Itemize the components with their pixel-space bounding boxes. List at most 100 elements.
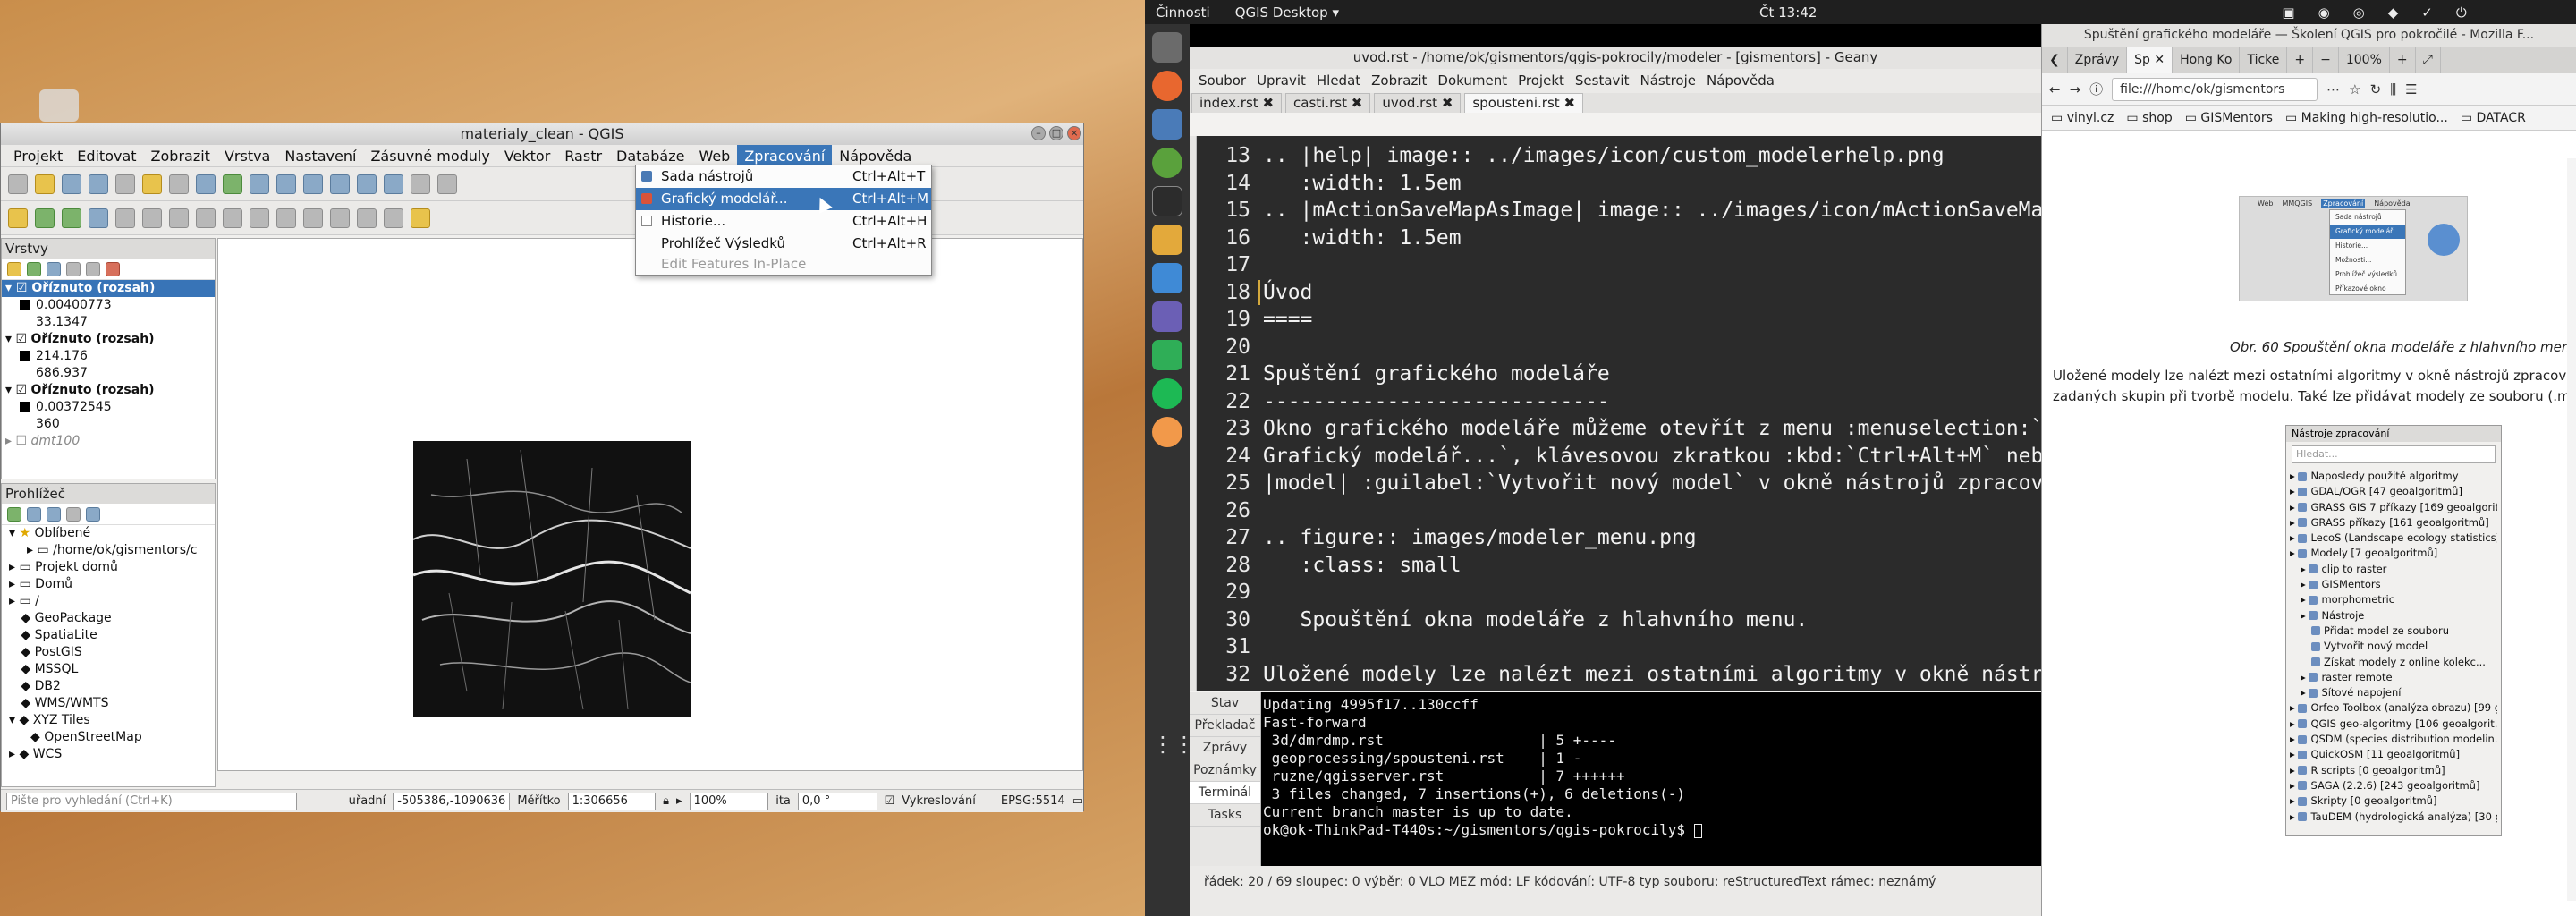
bookmark-making[interactable]: ▭ Making high-resolutio...	[2285, 111, 2448, 125]
terminal-output[interactable]: Updating 4995f17..130ccff Fast-forward 3d…	[1261, 692, 2041, 866]
msg-tab-tasks[interactable]: Tasks	[1190, 804, 1260, 827]
terminal-icon[interactable]	[1152, 186, 1182, 216]
zoom-selection-icon[interactable]	[330, 174, 350, 194]
bookmark-star-icon[interactable]: ☆	[2349, 81, 2360, 98]
bookmark-gismentors[interactable]: ▭ GISMentors	[2185, 111, 2273, 125]
open-styling-icon[interactable]	[7, 261, 21, 276]
close-tab-icon[interactable]: ✖	[1442, 95, 1453, 111]
bookmark-datacr[interactable]: ▭ DATACR	[2461, 111, 2526, 125]
menu-item-toolbox[interactable]: Sada nástrojů Ctrl+Alt+T	[636, 165, 931, 188]
browser-item[interactable]: ◆ GeoPackage	[2, 610, 215, 627]
menu-zobrazit[interactable]: Zobrazit	[144, 145, 217, 167]
layer-item[interactable]: ▾ ☑ Oříznuto (rozsah)	[2, 280, 215, 297]
locator-search-input[interactable]: Pište pro vyhledání (Ctrl+K)	[6, 792, 297, 810]
menu-nastroje[interactable]: Nástroje	[1634, 69, 1701, 93]
zoom-layer-icon[interactable]	[357, 174, 377, 194]
tab-index[interactable]: index.rst ✖	[1191, 93, 1283, 113]
browser-item[interactable]: ▸ ▭ Domů	[2, 576, 215, 593]
layer-item-hidden[interactable]: ▸ ☐ dmt100	[2, 433, 215, 450]
edit-pencil-icon[interactable]	[8, 208, 28, 228]
tray-dropbox-icon[interactable]: ◆	[2388, 4, 2399, 21]
menu-icon[interactable]: ☰	[2405, 81, 2417, 98]
refresh-icon[interactable]	[27, 506, 41, 522]
browser-item[interactable]: ▸ ▭ /	[2, 593, 215, 610]
activities-button[interactable]: Činnosti	[1156, 4, 1210, 21]
page-scrollbar[interactable]	[2567, 158, 2576, 901]
tray-app-icon[interactable]: ▣	[2282, 4, 2294, 21]
move-feature-icon[interactable]	[196, 208, 216, 228]
browser-item[interactable]: ◆ MSSQL	[2, 661, 215, 678]
msg-tab-terminal[interactable]: Terminál	[1190, 782, 1260, 804]
rotation-field[interactable]: 0,0 °	[797, 792, 877, 810]
menu-dokument[interactable]: Dokument	[1432, 69, 1513, 93]
browser-item[interactable]: ▸ ◆ WCS	[2, 746, 215, 763]
expand-all-icon[interactable]	[66, 261, 80, 276]
menu-napoveda[interactable]: Nápověda	[1701, 69, 1780, 93]
digitize-icon[interactable]	[115, 208, 135, 228]
back-icon[interactable]: ←	[2049, 81, 2061, 98]
tab-hong-kong[interactable]: Hong Ko	[2173, 47, 2241, 73]
label-icon[interactable]	[411, 208, 430, 228]
msg-tab-zpravy[interactable]: Zprávy	[1190, 737, 1260, 759]
msg-tab-poznamky[interactable]: Poznámky	[1190, 759, 1260, 782]
menu-projekt[interactable]: Projekt	[6, 145, 70, 167]
zoom-native-icon[interactable]	[384, 174, 403, 194]
browser-item[interactable]: ◆ PostGIS	[2, 644, 215, 661]
new-project-icon[interactable]	[8, 174, 28, 194]
bookmark-shop[interactable]: ▭ shop	[2126, 111, 2172, 125]
layer-item[interactable]: ▾ ☑ Oříznuto (rozsah)	[2, 382, 215, 399]
tray-check-icon[interactable]: ✓	[2421, 4, 2433, 21]
zoom-in-icon[interactable]	[250, 174, 269, 194]
pan-icon[interactable]	[196, 174, 216, 194]
code-editor[interactable]: 13 .. |help| image:: ../images/icon/custo…	[1197, 136, 2041, 691]
reload-icon[interactable]: ↻	[2370, 81, 2382, 98]
new-tab-icon[interactable]: +	[2287, 47, 2314, 73]
menu-web[interactable]: Web	[691, 145, 737, 167]
menu-zpracovani[interactable]: Zpracování	[737, 144, 833, 167]
redo-icon[interactable]	[384, 208, 403, 228]
save-project-icon[interactable]	[62, 174, 81, 194]
menu-item-results-viewer[interactable]: Prohlížeč Výsledků Ctrl+Alt+R	[636, 233, 931, 255]
menu-item-graphical-modeler[interactable]: Grafický modelář... Ctrl+Alt+M	[636, 188, 931, 210]
browser-item[interactable]: ◆ OpenStreetMap	[2, 729, 215, 746]
coordinate-field[interactable]: -505386,-1090636	[393, 792, 511, 810]
tab-casti[interactable]: casti.rst ✖	[1285, 93, 1371, 113]
page-actions-icon[interactable]: ⋯	[2326, 81, 2340, 98]
tab-zpravy[interactable]: Zprávy	[2068, 47, 2128, 73]
tray-chat-icon[interactable]: ◉	[2318, 4, 2330, 21]
scale-field[interactable]: 1:306656	[567, 792, 657, 810]
tab-uvod[interactable]: uvod.rst ✖	[1374, 93, 1462, 113]
fullscreen-icon[interactable]: ⤢	[2416, 47, 2441, 73]
close-tab-icon[interactable]: ✖	[1352, 95, 1363, 111]
menu-item-history[interactable]: Historie... Ctrl+Alt+H	[636, 210, 931, 233]
node-tool-icon[interactable]	[223, 208, 242, 228]
info-icon[interactable]: ⓘ	[2089, 80, 2103, 98]
messages-icon[interactable]: ▭	[1072, 794, 1083, 808]
undo-icon[interactable]	[357, 208, 377, 228]
image-viewer-icon[interactable]	[1152, 109, 1182, 140]
trash-icon[interactable]	[39, 89, 79, 122]
menu-zasuvne-moduly[interactable]: Zásuvné moduly	[363, 145, 496, 167]
library-icon[interactable]: ⫼	[2390, 81, 2396, 98]
collapse-all-icon[interactable]	[66, 506, 80, 522]
add-selected-icon[interactable]	[7, 506, 21, 522]
add-vector-icon[interactable]	[62, 208, 81, 228]
zoom-full-icon[interactable]	[303, 174, 323, 194]
geany-icon[interactable]	[1152, 225, 1182, 255]
thunderbird-icon[interactable]	[1152, 263, 1182, 293]
qgis-icon[interactable]	[1152, 148, 1182, 178]
files-icon[interactable]	[1152, 32, 1182, 63]
remove-layer-icon[interactable]	[106, 261, 120, 276]
zoom-next-icon[interactable]	[437, 174, 457, 194]
firefox-icon[interactable]	[1152, 71, 1182, 101]
tab-spusteni[interactable]: Sp ✕	[2127, 47, 2174, 73]
maximize-icon[interactable]: □	[1049, 126, 1063, 140]
lock-icon[interactable]: 🔒︎	[663, 794, 669, 808]
paste-icon[interactable]	[330, 208, 350, 228]
cut-icon[interactable]	[276, 208, 296, 228]
telegram-icon[interactable]	[1152, 301, 1182, 332]
browser-item[interactable]: ▸ ▭ /home/ok/gismentors/c	[2, 542, 215, 559]
close-tab-icon[interactable]: ✕	[2154, 53, 2165, 67]
browser-item[interactable]: ▾ ◆ XYZ Tiles	[2, 712, 215, 729]
menu-projekt[interactable]: Projekt	[1513, 69, 1570, 93]
